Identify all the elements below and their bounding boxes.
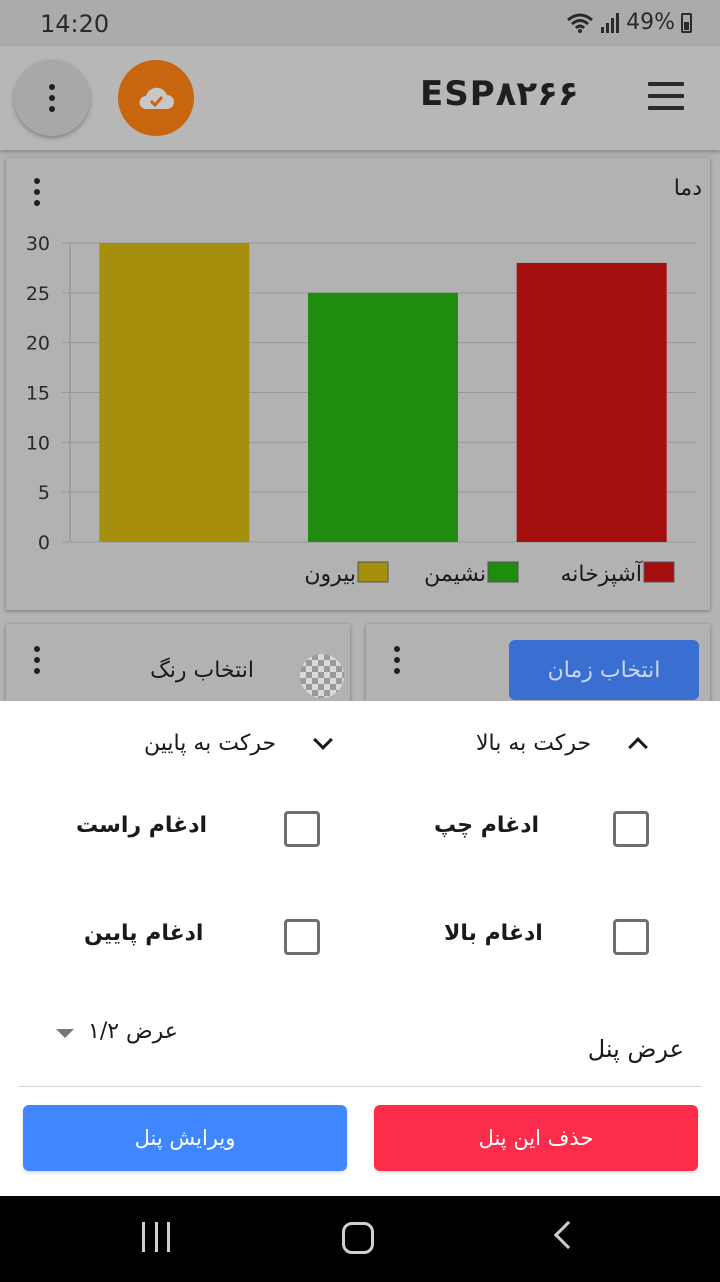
y-tick-label: 5	[38, 482, 50, 504]
merge-bottom-checkbox[interactable]	[284, 919, 320, 955]
move-down-button[interactable]: حرکت به پایین	[144, 729, 333, 756]
merge-left-checkbox[interactable]	[613, 811, 649, 847]
chart-title: دما	[673, 176, 702, 201]
merge-bottom-label: ادغام پایین	[84, 921, 204, 946]
merge-left-label: ادغام چپ	[434, 813, 540, 838]
y-tick-label: 0	[38, 532, 50, 554]
dropdown-caret-icon	[56, 1029, 74, 1038]
move-up-label: حرکت به بالا	[476, 731, 592, 756]
legend-label: نشیمن	[424, 562, 486, 587]
status-bar: 14:20 49%	[0, 0, 720, 46]
panel-options-sheet: حرکت به پایین حرکت به بالا ادغام راست اد…	[0, 701, 720, 1196]
color-wheel-icon[interactable]	[300, 654, 344, 698]
move-up-button[interactable]: حرکت به بالا	[476, 731, 648, 757]
legend-swatch	[643, 561, 675, 583]
back-icon[interactable]	[553, 1220, 583, 1250]
divider	[18, 1086, 702, 1087]
status-icons: 49%	[566, 10, 692, 35]
cloud-sync-button[interactable]	[118, 60, 194, 136]
battery-icon	[681, 12, 692, 33]
more-vert-icon	[49, 84, 55, 112]
cloud-check-icon	[139, 87, 174, 109]
system-nav-bar	[0, 1196, 720, 1282]
more-options-button[interactable]	[14, 60, 90, 136]
y-tick-label: 15	[26, 383, 50, 405]
y-tick-label: 20	[26, 333, 50, 355]
battery-percent: 49%	[626, 10, 675, 35]
chevron-down-icon	[313, 729, 333, 750]
panel-width-select[interactable]: عرض ۱/۲	[56, 1019, 178, 1044]
y-tick-label: 25	[26, 283, 50, 305]
chevron-up-icon	[628, 736, 648, 757]
bar-3	[99, 243, 250, 542]
temperature-chart-panel: 0 5 10 15 20 25 30 آشپزخانه نشیمن بیرون دما	[6, 158, 710, 610]
app-bar: ESP۸۲۶۶	[0, 46, 720, 150]
color-picker-label: انتخاب رنگ	[150, 658, 254, 683]
merge-right-label: ادغام راست	[76, 813, 208, 838]
merge-right-checkbox[interactable]	[284, 811, 320, 847]
home-icon[interactable]	[342, 1222, 374, 1254]
app-title: ESP۸۲۶۶	[420, 74, 579, 114]
wifi-icon	[567, 13, 594, 33]
menu-icon[interactable]	[648, 82, 684, 110]
edit-panel-button[interactable]: ویرایش پنل	[23, 1105, 347, 1171]
chart-panel-menu-icon[interactable]	[34, 178, 40, 206]
recent-apps-icon[interactable]	[142, 1222, 170, 1252]
status-time: 14:20	[40, 10, 110, 38]
bar-2	[308, 292, 458, 542]
y-tick-label: 30	[26, 233, 50, 255]
legend-swatch	[487, 561, 519, 583]
time-panel-menu-icon[interactable]	[394, 646, 400, 674]
color-panel-menu-icon[interactable]	[34, 646, 40, 674]
panel-width-label: عرض پنل	[587, 1035, 684, 1063]
legend-label: بیرون	[304, 562, 356, 587]
signal-icon	[601, 12, 620, 33]
delete-panel-button[interactable]: حذف این پنل	[374, 1105, 698, 1171]
merge-top-label: ادغام بالا	[444, 921, 543, 946]
merge-top-checkbox[interactable]	[613, 919, 649, 955]
y-tick-label: 10	[26, 432, 50, 454]
panel-width-value: عرض ۱/۲	[88, 1019, 178, 1044]
time-picker-button[interactable]: انتخاب زمان	[509, 640, 699, 700]
bar-1	[516, 262, 667, 542]
move-down-label: حرکت به پایین	[144, 731, 277, 756]
bar-chart: 0 5 10 15 20 25 30 آشپزخانه نشیمن بیرون	[26, 233, 696, 587]
legend-swatch	[357, 561, 389, 583]
legend-label: آشپزخانه	[560, 560, 642, 587]
